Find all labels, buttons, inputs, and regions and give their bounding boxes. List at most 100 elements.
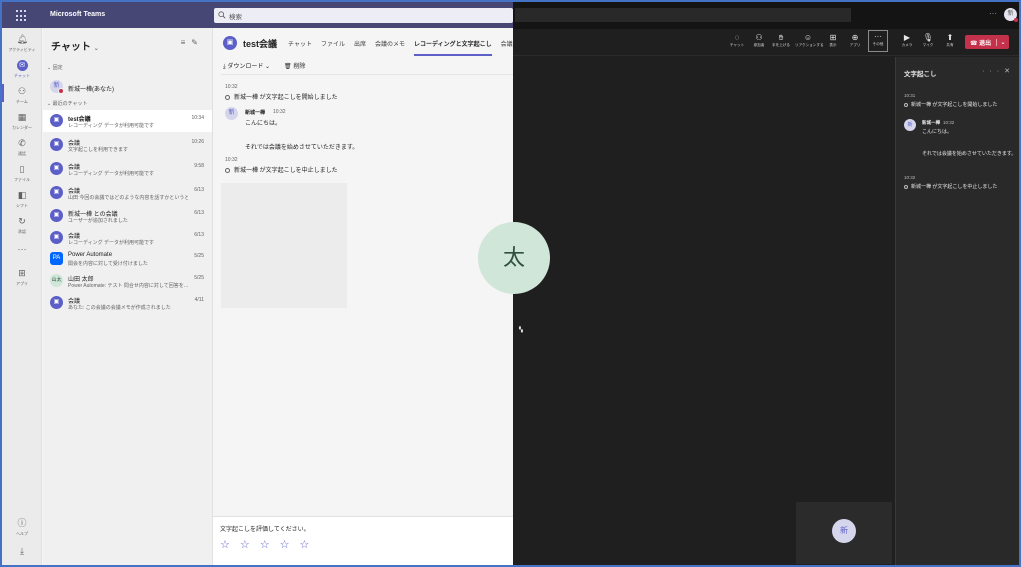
record-icon [904, 103, 908, 107]
meeting-avatar: ▣ [223, 36, 237, 50]
rail-more[interactable]: ··· [2, 244, 42, 257]
meeting-header: ▣ test会議 チャット ファイル 出席 会議のメモ レコーディングと文字起こ… [213, 28, 513, 58]
rail-help[interactable]: ⓘ ヘルプ [2, 518, 42, 537]
app-title: Microsoft Teams [50, 11, 106, 18]
more-icon: ··· [874, 32, 882, 41]
chat-list-tools: ≡✎ [181, 38, 204, 47]
leave-button[interactable]: ☎ 退出 ⌄ [965, 35, 1009, 49]
pinned-section-label[interactable]: ⌄ 固定 [47, 64, 63, 71]
meeting-window: ··· 新 ◌ チャット ⚇ 参加者 ✋︎ 手を上げる ☺ リアクションする ⊞ 表示 ⊕… [478, 2, 1019, 565]
meeting-avatar: ▣ [50, 114, 63, 127]
chat-item[interactable]: ▣ 新城一樺 との会議 ユーザーが追加されました 6/13 [43, 205, 212, 227]
transcript-line: こんにちは。 [245, 121, 282, 127]
profile-avatar[interactable]: 新 [1004, 8, 1018, 22]
share-button[interactable]: ⬆ 共有 [940, 32, 960, 48]
meeting-avatar: ▣ [50, 296, 63, 309]
chat-item[interactable]: 山太 山田 太郎 Power Automate: テスト 問合せ内容に対して回答… [43, 270, 212, 292]
transcript-event: 新城一樺 が文字起こしを開始しました [225, 92, 338, 101]
meeting-avatar: ▣ [50, 209, 63, 222]
chat-time: 6/13 [194, 232, 204, 238]
approvals-icon: ↻ [18, 216, 26, 226]
more-dots-icon[interactable]: ··· [989, 9, 997, 18]
participants-button[interactable]: ⚇ 参加者 [749, 32, 769, 48]
rail-approvals[interactable]: ↻ 承認 [2, 216, 42, 235]
power-automate-avatar: PA [50, 252, 63, 265]
rating-stars: ☆ ☆ ☆ ☆ ☆ [220, 538, 309, 551]
rail-calendar[interactable]: ▦ カレンダー [2, 112, 42, 131]
more-dots-icon: ··· [17, 244, 27, 254]
trash-icon: 🗑︎ [284, 64, 292, 70]
chat-icon: ✉ [16, 60, 28, 71]
chat-time: 5/25 [194, 275, 204, 281]
view-button[interactable]: ⊞ 表示 [823, 32, 843, 48]
tab-recordings-transcripts[interactable]: レコーディングと文字起こし [414, 39, 492, 56]
chat-time: 4/11 [194, 297, 204, 303]
star-icon[interactable]: ☆ [260, 538, 270, 551]
chat-item[interactable]: ▣ 会議 あなた: この会議の会議メモが作成されました 4/11 [43, 292, 212, 314]
transcript-toolbar: ⤓ ダウンロード ⌄ 🗑︎ 削除 [223, 61, 305, 71]
rail-calls[interactable]: ✆ 通話 [2, 138, 42, 157]
tab-attendance[interactable]: 出席 [354, 39, 366, 56]
transcript-timestamp: 10:31 [904, 93, 916, 98]
new-chat-icon[interactable]: ✎ [191, 38, 204, 47]
smiley-icon: ☺ [803, 33, 813, 42]
apps-button[interactable]: ⊕ アプリ [845, 32, 865, 48]
search-input[interactable]: 検索 [214, 8, 513, 23]
close-icon[interactable]: ✕ [1004, 68, 1015, 75]
chat-item[interactable]: ▣ 会議 レコーディング データが利用可能です 9:58 [43, 158, 212, 180]
more-button[interactable]: ··· その他 [868, 30, 888, 52]
meeting-chat-pane: ▣ test会議 チャット ファイル 出席 会議のメモ レコーディングと文字起こ… [213, 28, 513, 565]
chat-item[interactable]: ▣ 会議 レコーディング データが利用可能です 6/13 [43, 227, 212, 249]
chat-time: 9:58 [194, 163, 204, 169]
delete-button[interactable]: 🗑︎ 削除 [284, 61, 305, 71]
page-title: test会議 [243, 39, 278, 49]
rail-download[interactable]: ⤓ [2, 546, 42, 559]
rail-shifts[interactable]: ◧ シフト [2, 190, 42, 209]
mic-button[interactable]: 🎙︎ マイク [918, 32, 938, 48]
cursor-icon: ▚ [519, 327, 523, 333]
teams-icon: ⚇ [17, 86, 27, 96]
camera-button[interactable]: ▶ カメラ [897, 32, 917, 48]
filter-icon[interactable]: ≡ [181, 38, 192, 47]
tab-whiteboard[interactable]: 会議ホワイトボ [501, 39, 513, 56]
chat-item[interactable]: ▣ test会議 レコーディング データが利用可能です 10:34 [43, 110, 212, 132]
reactions-button[interactable]: ☺ リアクションする [795, 32, 824, 48]
chat-item[interactable]: ▣ 会議 文字起こしを利用できます 10:26 [43, 134, 212, 156]
recent-section-label[interactable]: ⌄ 最近のチャット [47, 100, 88, 107]
self-view: 新 [796, 502, 892, 564]
download-icon: ⤓ [20, 546, 24, 556]
search-icon [218, 11, 226, 20]
rail-teams[interactable]: ⚇ チーム [2, 86, 42, 105]
raise-hand-button[interactable]: ✋︎ 手を上げる [771, 32, 791, 48]
help-icon: ⓘ [17, 518, 27, 528]
chat-preview: 文字起こしを利用できます [68, 147, 129, 153]
star-icon[interactable]: ☆ [220, 538, 230, 551]
chevron-down-icon: ⌄ [265, 64, 271, 70]
app-launcher-icon[interactable] [16, 10, 28, 22]
more-dots-icon[interactable]: ··· [982, 68, 1004, 75]
chat-name: 新城一樺(あなた) [68, 87, 114, 93]
rail-activity[interactable]: 🔔︎ アクティビティ [2, 34, 42, 53]
chat-button[interactable]: ◌ チャット [727, 32, 747, 48]
view-icon: ⊞ [829, 33, 837, 42]
rail-chat[interactable]: ✉ チャット [2, 60, 42, 79]
rail-apps[interactable]: ⊞ アプリ [2, 268, 42, 287]
chat-item[interactable]: ▣ 会議 山田 今回の会議ではどのような内容を話すかというと… 6/13 [43, 182, 212, 204]
chat-item[interactable]: PA Power Automate 関会を内容に対して受け付けました 5/25 [43, 248, 212, 270]
chat-item-pinned[interactable]: 新 新城一樺(あなた) [43, 76, 212, 98]
app-rail: 🔔︎ アクティビティ ✉ チャット ⚇ チーム ▦ カレンダー ✆ 通話 ▯ ファイル ◧ シ… [2, 28, 42, 565]
tab-chat[interactable]: チャット [288, 39, 312, 56]
teams-window: Microsoft Teams 検索 🔔︎ アクティビティ ✉ チャット ⚇ チーム … [2, 2, 513, 565]
calendar-icon: ▦ [17, 112, 27, 122]
star-icon[interactable]: ☆ [300, 538, 310, 551]
star-icon[interactable]: ☆ [240, 538, 250, 551]
meeting-search-field[interactable] [515, 8, 851, 22]
participant-avatar: 太 [478, 222, 550, 294]
star-icon[interactable]: ☆ [280, 538, 290, 551]
chevron-down-icon[interactable]: ⌄ [94, 46, 99, 52]
tab-files[interactable]: ファイル [321, 39, 345, 56]
chevron-down-icon[interactable]: ⌄ [996, 38, 1009, 46]
download-button[interactable]: ⤓ ダウンロード ⌄ [223, 61, 270, 71]
rail-files[interactable]: ▯ ファイル [2, 164, 42, 183]
tab-meeting-notes[interactable]: 会議のメモ [375, 39, 405, 56]
